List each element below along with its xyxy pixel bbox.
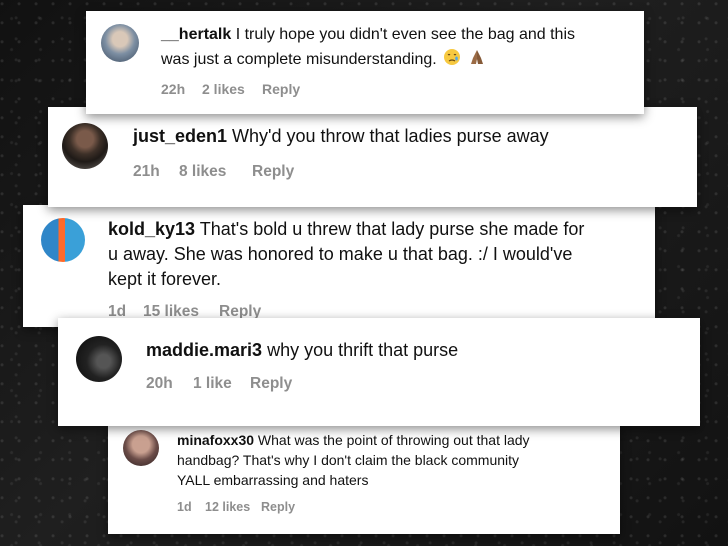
reply-link[interactable]: Reply <box>261 500 295 514</box>
reply-link[interactable]: Reply <box>250 375 292 393</box>
comment-text-line-1: maddie.mari3 why you thrift that purse <box>146 340 459 360</box>
comment-username[interactable]: maddie.mari3 <box>146 340 262 360</box>
comment-text-line-1: minafoxx30 What was the point of throwin… <box>177 432 530 448</box>
comment-card-just-eden1: just_eden1 Why'd you throw that ladies p… <box>48 107 697 207</box>
reply-link[interactable]: Reply <box>252 163 294 181</box>
comment-time: 20h <box>146 375 173 392</box>
comment-time: 1d <box>177 500 192 514</box>
comment-card-maddie-mari3: maddie.mari3 why you thrift that purse 2… <box>58 318 700 426</box>
comment-card-hertalk: __hertalk I truly hope you didn't even s… <box>86 11 644 114</box>
comment-text-line-2: handbag? That's why I don't claim the bl… <box>177 452 520 468</box>
comment-text-line-2: u away. She was honored to make u that b… <box>108 244 573 264</box>
comment-text-line-1: __hertalk I truly hope you didn't even s… <box>161 26 575 43</box>
likes-count[interactable]: 12 likes <box>205 500 261 514</box>
comment-meta: 22h 2 likes Reply <box>161 81 300 97</box>
comment-meta: 20h 1 like Reply <box>146 375 292 393</box>
comment-username[interactable]: kold_ky13 <box>108 219 195 239</box>
comment-meta: 1d 12 likes Reply <box>177 500 295 514</box>
likes-count[interactable]: 2 likes <box>202 81 262 97</box>
comment-time: 21h <box>133 163 160 180</box>
avatar[interactable] <box>62 123 108 169</box>
comment-username[interactable]: just_eden1 <box>133 126 227 146</box>
comment-username[interactable]: __hertalk <box>161 26 231 43</box>
comment-text-line-3: kept it forever. <box>108 269 222 289</box>
comment-text-line-1: just_eden1 Why'd you throw that ladies p… <box>133 126 549 146</box>
reply-link[interactable]: Reply <box>262 81 300 97</box>
likes-count[interactable]: 8 likes <box>179 163 252 181</box>
comment-card-kold-ky13: kold_ky13 That's bold u threw that lady … <box>23 205 655 327</box>
comment-card-minafoxx30: minafoxx30 What was the point of throwin… <box>108 424 620 534</box>
comment-text-line-1: kold_ky13 That's bold u threw that lady … <box>108 219 585 239</box>
avatar[interactable] <box>123 430 159 466</box>
comment-username[interactable]: minafoxx30 <box>177 432 254 448</box>
avatar[interactable] <box>76 336 122 382</box>
avatar[interactable] <box>101 24 139 62</box>
comment-meta: 21h 8 likes Reply <box>133 163 294 181</box>
comment-text-line-3: YALL embarrassing and haters <box>177 472 369 488</box>
avatar[interactable] <box>41 218 85 262</box>
crying-face-icon <box>443 48 461 71</box>
comment-text-line-2: was just a complete misunderstanding. <box>161 48 486 71</box>
likes-count[interactable]: 1 like <box>193 375 250 393</box>
comment-time: 22h <box>161 81 186 97</box>
praying-hands-icon <box>468 48 486 71</box>
